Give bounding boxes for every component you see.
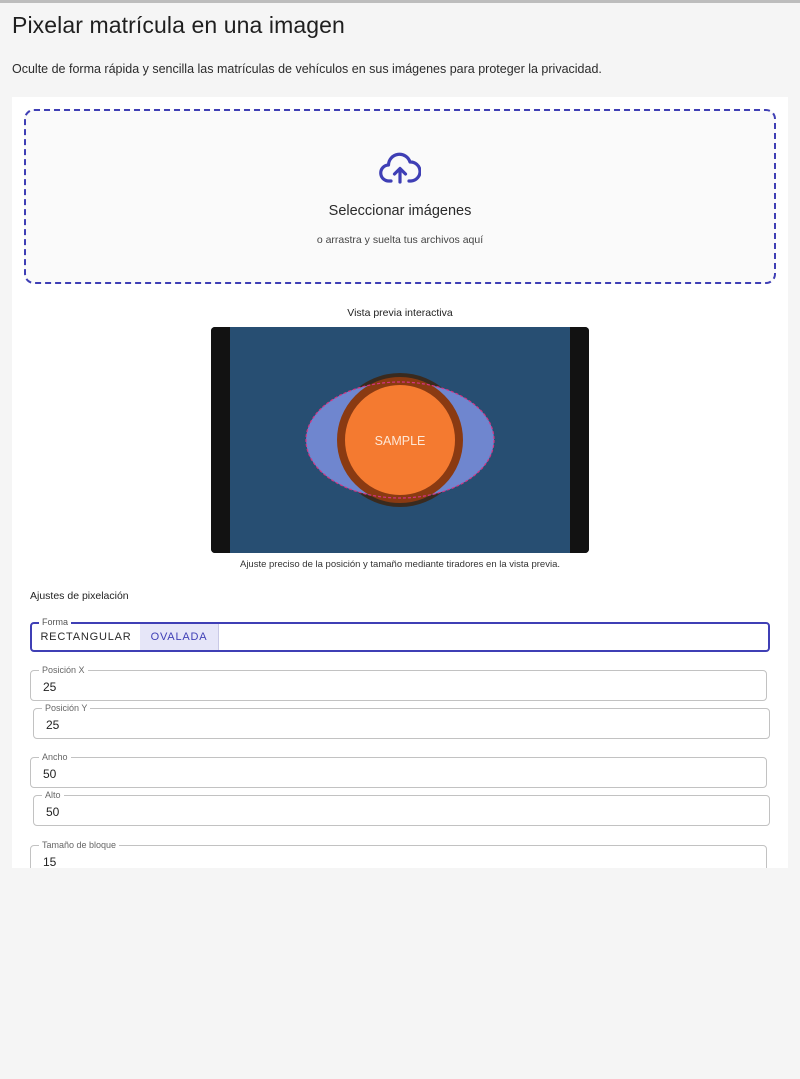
height-value: 50 — [46, 805, 60, 819]
width-value: 50 — [43, 767, 57, 781]
upload-dropzone[interactable]: Seleccionar imágenes o arrastra y suelta… — [24, 109, 776, 284]
width-field[interactable]: Ancho 50 — [30, 751, 767, 788]
height-label: Alto — [42, 789, 64, 801]
block-size-field[interactable]: Tamaño de bloque 15 — [30, 839, 767, 868]
settings-title: Ajustes de pixelación — [30, 590, 129, 602]
main-card: Seleccionar imágenes o arrastra y suelta… — [12, 97, 788, 868]
block-size-value: 15 — [43, 855, 57, 868]
interactive-preview[interactable]: SAMPLE — [211, 327, 589, 553]
shape-option-oval[interactable]: OVALADA — [140, 624, 219, 650]
preview-caption: Ajuste preciso de la posición y tamaño m… — [239, 559, 560, 570]
position-y-label: Posición Y — [42, 702, 91, 714]
upload-title: Seleccionar imágenes — [328, 203, 472, 219]
width-label: Ancho — [39, 751, 71, 763]
upload-hint: o arrastra y suelta tus archivos aquí — [316, 234, 484, 246]
position-x-label: Posición X — [39, 664, 88, 676]
sample-text: SAMPLE — [375, 434, 426, 448]
height-field[interactable]: Alto 50 — [33, 789, 770, 826]
shape-option-rectangular[interactable]: RECTANGULAR — [32, 624, 140, 650]
cloud-upload-icon — [379, 152, 421, 184]
block-size-label: Tamaño de bloque — [39, 839, 120, 851]
preview-canvas: SAMPLE — [211, 327, 589, 553]
top-edge — [0, 0, 800, 3]
page-title: Pixelar matrícula en una imagen — [12, 12, 345, 38]
position-x-field[interactable]: Posición X 25 — [30, 664, 767, 701]
position-y-field[interactable]: Posición Y 25 — [33, 702, 770, 739]
page-subtitle: Oculte de forma rápida y sencilla las ma… — [12, 62, 602, 76]
position-y-value: 25 — [46, 718, 60, 732]
shape-field: Forma RECTANGULAR OVALADA — [30, 616, 770, 652]
position-x-value: 25 — [43, 680, 57, 694]
preview-label: Vista previa interactiva — [347, 307, 453, 319]
